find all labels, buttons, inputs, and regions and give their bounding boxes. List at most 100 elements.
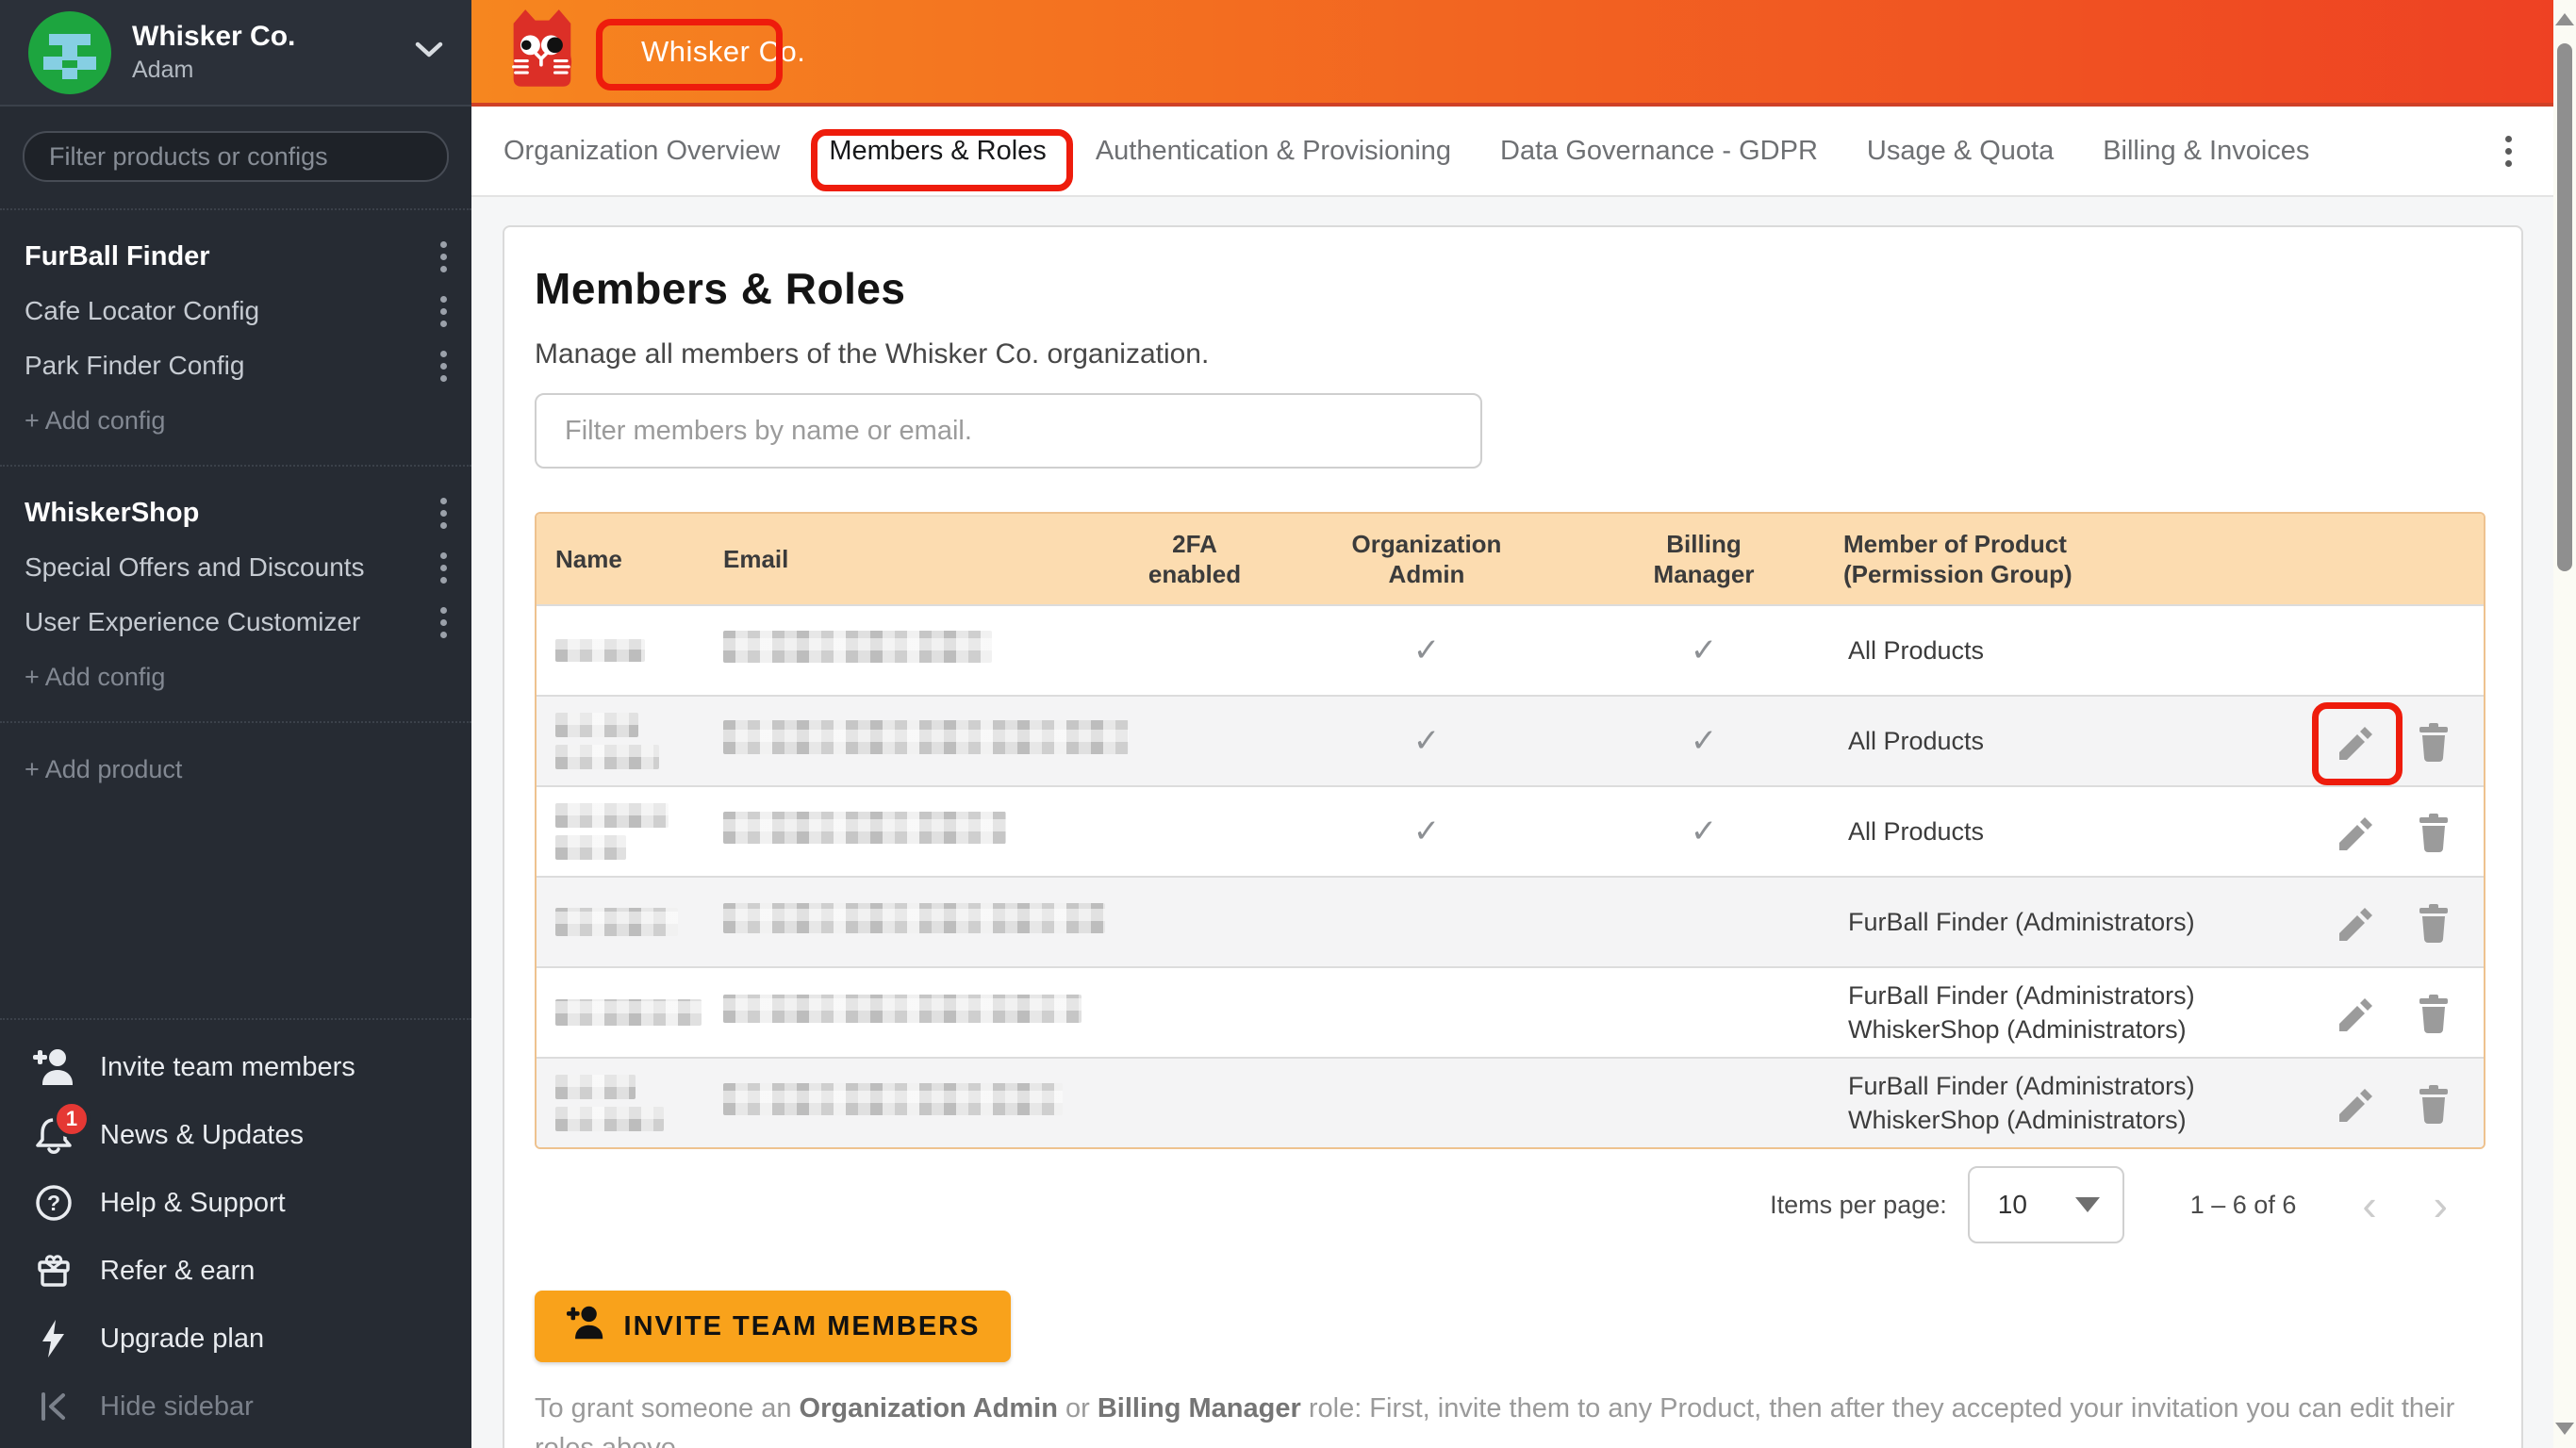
sidebar-item-invite-team-members[interactable]: Invite team members xyxy=(0,1033,471,1101)
kebab-menu-icon[interactable] xyxy=(439,238,447,276)
scrollbar-thumb[interactable] xyxy=(2557,43,2572,571)
member-products: FurBall Finder (Administrators)WhiskerSh… xyxy=(1825,979,2315,1046)
org-admin-check: ✓ xyxy=(1270,724,1583,758)
delete-member-button[interactable] xyxy=(2413,901,2454,943)
delete-member-button[interactable] xyxy=(2413,1082,2454,1124)
config-name: Park Finder Config xyxy=(25,351,439,381)
config-name: User Experience Customizer xyxy=(25,607,439,637)
kebab-menu-icon[interactable] xyxy=(439,549,447,587)
tab-billing-invoices[interactable]: Billing & Invoices xyxy=(2103,136,2309,167)
tab-overflow-menu-icon[interactable] xyxy=(2504,132,2512,171)
org-user: Adam xyxy=(132,57,394,84)
redacted-name xyxy=(555,908,678,936)
tab-authentication-provisioning[interactable]: Authentication & Provisioning xyxy=(1096,136,1451,167)
edit-member-button[interactable] xyxy=(2334,992,2375,1033)
items-per-page-select[interactable]: 10 xyxy=(1968,1166,2124,1243)
redacted-email xyxy=(723,812,1006,844)
items-per-page-label: Items per page: xyxy=(1770,1191,1947,1220)
delete-member-button[interactable] xyxy=(2413,811,2454,852)
product-group: FurBall Finder Cafe Locator Config Park … xyxy=(0,210,471,465)
kebab-menu-icon[interactable] xyxy=(439,603,447,642)
delete-member-button[interactable] xyxy=(2413,992,2454,1033)
members-table: Name Email 2FAenabled OrganizationAdmin … xyxy=(535,512,2485,1149)
delete-member-button[interactable] xyxy=(2413,720,2454,762)
product-name: WhiskerShop xyxy=(25,498,439,529)
tab-organization-overview[interactable]: Organization Overview xyxy=(504,136,780,167)
lightning-icon xyxy=(32,1317,75,1360)
billing-check: ✓ xyxy=(1583,724,1825,758)
sidebar-menu: Invite team members 1 News & Updates ? H… xyxy=(0,1018,471,1448)
redacted-email xyxy=(723,720,1129,754)
col-billing-manager: BillingManager xyxy=(1583,529,1825,589)
bell-icon: 1 xyxy=(32,1113,75,1157)
invite-team-members-button[interactable]: INVITE TEAM MEMBERS xyxy=(535,1291,1011,1362)
redacted-name xyxy=(555,835,626,860)
tab-data-governance-gdpr[interactable]: Data Governance - GDPR xyxy=(1500,136,1818,167)
add-product-button[interactable]: + Add product xyxy=(0,742,471,797)
edit-member-button[interactable] xyxy=(2334,901,2375,943)
add-config-button[interactable]: + Add config xyxy=(0,650,471,704)
hide-sidebar-button[interactable]: Hide sidebar xyxy=(0,1373,471,1440)
scroll-up-arrow-icon[interactable] xyxy=(2555,13,2574,25)
col-2fa: 2FAenabled xyxy=(1119,529,1270,589)
sidebar-item-upgrade-plan[interactable]: Upgrade plan xyxy=(0,1305,471,1373)
col-name: Name xyxy=(537,544,704,574)
edit-member-button[interactable] xyxy=(2334,1082,2375,1124)
member-filter-input[interactable] xyxy=(535,393,1482,469)
kebab-menu-icon[interactable] xyxy=(439,494,447,533)
cat-logo xyxy=(500,6,586,97)
redacted-name xyxy=(555,803,669,828)
redacted-name xyxy=(555,1075,636,1099)
add-config-button[interactable]: + Add config xyxy=(0,393,471,448)
sidebar: Whisker Co. Adam FurBall Finder Cafe Loc… xyxy=(0,0,471,1448)
col-member-of-product: Member of Product(Permission Group) xyxy=(1825,529,2315,589)
redacted-name xyxy=(555,745,659,769)
scroll-down-arrow-icon[interactable] xyxy=(2555,1423,2574,1435)
brand-name: Whisker Co. xyxy=(617,16,830,88)
sidebar-item-config[interactable]: Cafe Locator Config xyxy=(0,284,471,338)
sidebar-item-config[interactable]: User Experience Customizer xyxy=(0,595,471,650)
menu-label: Hide sidebar xyxy=(100,1391,254,1423)
member-products: FurBall Finder (Administrators)WhiskerSh… xyxy=(1825,1069,2315,1137)
roles-help-text: To grant someone an Organization Admin o… xyxy=(535,1389,2482,1448)
next-page-button[interactable]: › xyxy=(2434,1183,2448,1226)
page: Whisker Co. Adam FurBall Finder Cafe Loc… xyxy=(0,0,2576,1448)
svg-text:?: ? xyxy=(47,1191,60,1215)
sidebar-filter-input[interactable] xyxy=(23,131,449,182)
sidebar-item-news-updates[interactable]: 1 News & Updates xyxy=(0,1101,471,1169)
sidebar-item-help-support[interactable]: ? Help & Support xyxy=(0,1169,471,1237)
redacted-name xyxy=(555,639,645,662)
table-header-row: Name Email 2FAenabled OrganizationAdmin … xyxy=(537,514,2484,604)
page-subtitle: Manage all members of the Whisker Co. or… xyxy=(535,338,2491,370)
table-row: ✓ ✓ All Products xyxy=(537,785,2484,876)
person-plus-icon xyxy=(566,1304,605,1349)
previous-page-button[interactable]: ‹ xyxy=(2362,1183,2376,1226)
vertical-scrollbar[interactable] xyxy=(2553,0,2576,1448)
edit-member-button[interactable] xyxy=(2334,720,2375,762)
edit-member-button[interactable] xyxy=(2334,811,2375,852)
chevron-down-icon[interactable] xyxy=(415,41,443,63)
redacted-email xyxy=(723,1083,1063,1115)
menu-label: Upgrade plan xyxy=(100,1324,264,1355)
org-switcher[interactable]: Whisker Co. Adam xyxy=(0,0,471,107)
config-name: Cafe Locator Config xyxy=(25,296,439,326)
table-row: FurBall Finder (Administrators)WhiskerSh… xyxy=(537,966,2484,1057)
col-email: Email xyxy=(704,544,1119,574)
pagination-range: 1 – 6 of 6 xyxy=(2190,1191,2297,1220)
gift-icon xyxy=(32,1249,75,1292)
sidebar-item-product[interactable]: WhiskerShop xyxy=(0,485,471,540)
kebab-menu-icon[interactable] xyxy=(439,292,447,331)
sidebar-item-refer-earn[interactable]: Refer & earn xyxy=(0,1237,471,1305)
tab-usage-quota[interactable]: Usage & Quota xyxy=(1867,136,2054,167)
member-products: All Products xyxy=(1825,724,2315,758)
tab-members-roles[interactable]: Members & Roles xyxy=(829,136,1046,167)
dropdown-caret-icon xyxy=(2075,1197,2100,1212)
collapse-sidebar-icon xyxy=(32,1385,75,1428)
org-admin-check: ✓ xyxy=(1270,634,1583,667)
redacted-name xyxy=(555,713,638,737)
menu-label: Invite team members xyxy=(100,1052,355,1083)
sidebar-item-product[interactable]: FurBall Finder xyxy=(0,229,471,284)
sidebar-item-config[interactable]: Park Finder Config xyxy=(0,338,471,393)
sidebar-item-config[interactable]: Special Offers and Discounts xyxy=(0,540,471,595)
kebab-menu-icon[interactable] xyxy=(439,347,447,386)
